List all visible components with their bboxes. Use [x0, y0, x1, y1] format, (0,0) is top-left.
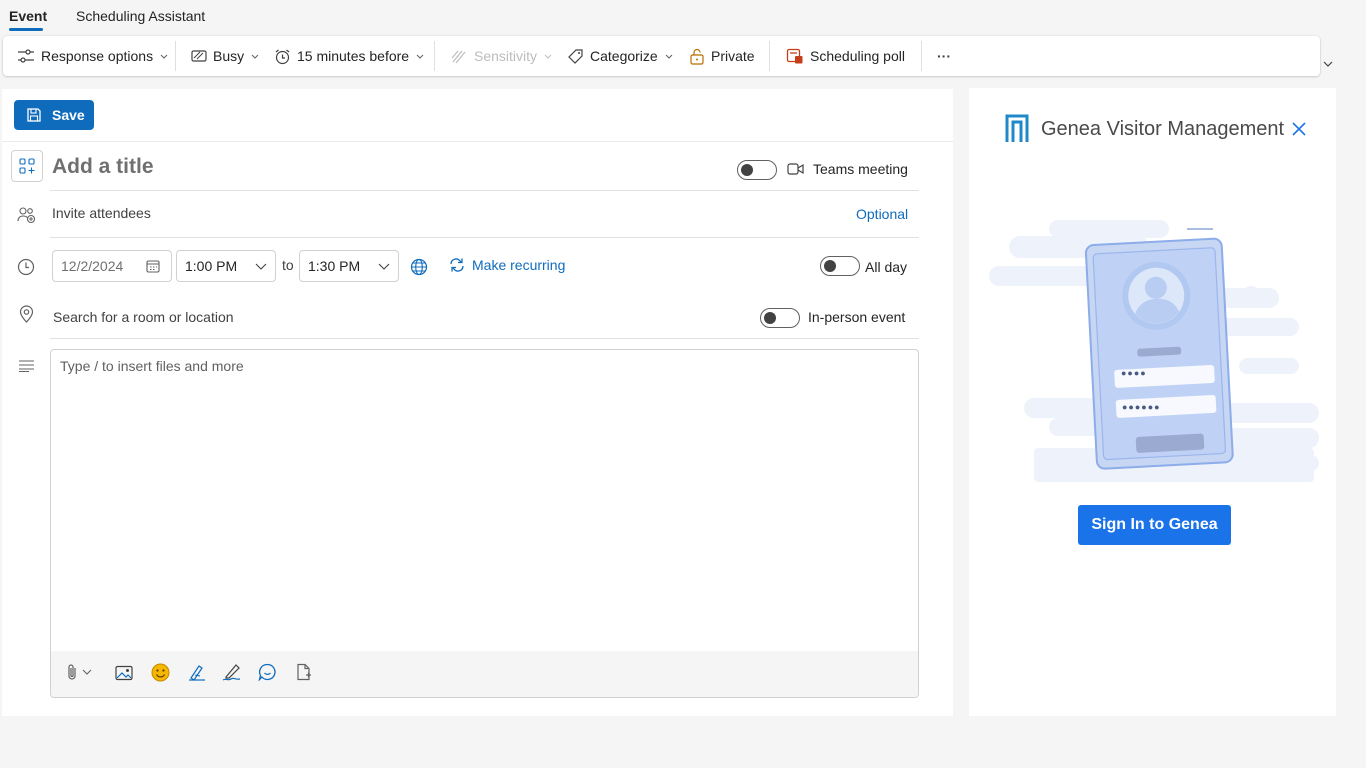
response-options-label: Response options — [41, 48, 154, 64]
lock-icon — [689, 48, 705, 65]
title-input[interactable]: Add a title — [52, 155, 154, 179]
addin-title: Genea Visitor Management — [1041, 118, 1285, 140]
in-person-event-label: In-person event — [808, 309, 906, 325]
all-day-label: All day — [865, 259, 908, 275]
chevron-down-icon — [544, 54, 552, 59]
expand-ribbon-icon[interactable] — [1323, 61, 1333, 67]
busy-status-icon — [191, 49, 207, 63]
response-options-button[interactable]: Response options — [17, 36, 168, 76]
toolbar-divider — [175, 41, 176, 71]
divider — [50, 237, 919, 238]
show-as-label: Busy — [213, 48, 245, 64]
sensitivity-icon — [450, 48, 468, 65]
chevron-down-icon — [82, 669, 92, 675]
divider — [2, 141, 953, 142]
chevron-down-icon — [378, 263, 390, 270]
reminder-dropdown[interactable]: 15 minutes before — [274, 36, 424, 76]
insert-file-icon[interactable] — [296, 663, 312, 681]
category-grid-icon — [19, 158, 35, 174]
genea-addin-panel: Genea Visitor Management ●●●● ●●●●●● Sig… — [969, 88, 1336, 716]
sensitivity-dropdown[interactable]: Sensitivity — [450, 36, 552, 76]
pin-dots: ●●●● — [1121, 368, 1147, 378]
private-button[interactable]: Private — [689, 36, 755, 76]
add-people-icon — [17, 206, 36, 224]
clock-icon — [17, 258, 35, 276]
close-icon[interactable] — [1292, 122, 1306, 136]
teams-meeting-label: Teams meeting — [813, 161, 908, 177]
text-lines-icon — [18, 360, 35, 372]
private-label: Private — [711, 48, 755, 64]
calendar-icon — [146, 259, 160, 273]
tag-icon — [567, 48, 584, 65]
password-dots: ●●●●●● — [1122, 402, 1161, 412]
chevron-down-icon — [251, 54, 259, 59]
teams-meeting-toggle[interactable] — [737, 160, 777, 180]
save-label: Save — [52, 107, 85, 123]
emoji-icon[interactable] — [151, 663, 170, 682]
tab-event[interactable]: Event — [9, 8, 47, 24]
toolbar-divider — [769, 41, 770, 71]
event-body-editor[interactable]: Type / to insert files and more — [50, 349, 919, 698]
end-time-dropdown[interactable]: 1:30 PM — [299, 250, 399, 282]
video-camera-icon — [787, 163, 804, 175]
recurring-arrows-icon — [448, 257, 466, 273]
signature-pen-icon[interactable] — [222, 663, 241, 681]
in-person-event-toggle[interactable] — [760, 308, 800, 328]
alarm-clock-icon — [274, 48, 291, 65]
start-time-dropdown[interactable]: 1:00 PM — [176, 250, 276, 282]
chevron-down-icon — [160, 54, 168, 59]
location-pin-icon — [19, 305, 34, 323]
sensitivity-label: Sensitivity — [474, 48, 538, 64]
chevron-down-icon — [255, 263, 267, 270]
event-form: Save Add a title Teams meeting Invite at… — [2, 89, 953, 716]
scheduling-poll-icon — [786, 47, 804, 65]
genea-logo-icon — [1005, 114, 1029, 144]
attach-file-button[interactable] — [66, 663, 92, 681]
divider — [50, 338, 919, 339]
make-recurring-button[interactable]: Make recurring — [448, 257, 565, 273]
more-options-button[interactable]: ··· — [937, 36, 951, 76]
ribbon-toolbar: Response options Busy 15 minutes before … — [3, 36, 1320, 76]
formatting-toolbar — [51, 651, 918, 697]
location-search-input[interactable]: Search for a room or location — [53, 309, 234, 325]
optional-attendees-link[interactable]: Optional — [856, 206, 908, 222]
show-as-dropdown[interactable]: Busy — [191, 36, 259, 76]
copilot-chat-icon[interactable] — [258, 663, 277, 681]
active-tab-indicator — [9, 28, 43, 31]
body-placeholder: Type / to insert files and more — [60, 358, 244, 374]
make-recurring-label: Make recurring — [472, 257, 566, 273]
start-date-value: 12/2/2024 — [61, 258, 124, 274]
time-zone-globe-icon[interactable] — [410, 258, 428, 276]
paperclip-icon — [66, 663, 78, 681]
sign-in-button[interactable]: Sign In to Genea — [1078, 505, 1231, 545]
sliders-icon — [17, 48, 35, 64]
toolbar-divider — [434, 41, 435, 71]
to-label: to — [282, 257, 294, 273]
toolbar-divider — [921, 41, 922, 71]
categorize-label: Categorize — [590, 48, 658, 64]
save-button[interactable]: Save — [14, 100, 94, 130]
scheduling-poll-label: Scheduling poll — [810, 48, 905, 64]
end-time-value: 1:30 PM — [308, 258, 361, 274]
divider — [50, 190, 919, 191]
save-icon — [26, 107, 42, 123]
chevron-down-icon — [665, 54, 673, 59]
all-day-toggle[interactable] — [820, 256, 860, 276]
reminder-label: 15 minutes before — [297, 48, 410, 64]
categorize-dropdown[interactable]: Categorize — [567, 36, 673, 76]
insert-picture-icon[interactable] — [115, 665, 133, 681]
start-date-picker[interactable]: 12/2/2024 — [52, 250, 172, 282]
category-picker-button[interactable] — [11, 150, 43, 182]
chevron-down-icon — [416, 54, 424, 59]
start-time-value: 1:00 PM — [185, 258, 238, 274]
id-card-illustration — [989, 218, 1321, 488]
invite-attendees-input[interactable]: Invite attendees — [52, 205, 151, 221]
format-painter-icon[interactable] — [188, 663, 206, 681]
scheduling-poll-button[interactable]: Scheduling poll — [786, 36, 905, 76]
tab-scheduling-assistant[interactable]: Scheduling Assistant — [76, 8, 205, 24]
